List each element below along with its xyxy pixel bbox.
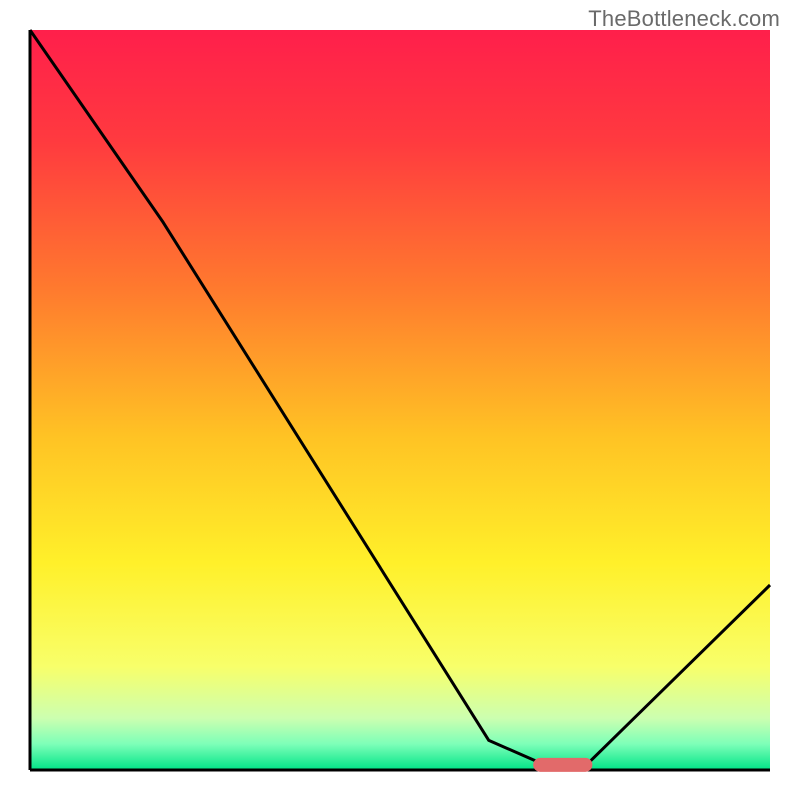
bottleneck-chart	[0, 0, 800, 800]
optimum-marker	[533, 758, 592, 772]
gradient-background	[30, 30, 770, 770]
watermark-label: TheBottleneck.com	[588, 6, 780, 32]
chart-container: TheBottleneck.com	[0, 0, 800, 800]
